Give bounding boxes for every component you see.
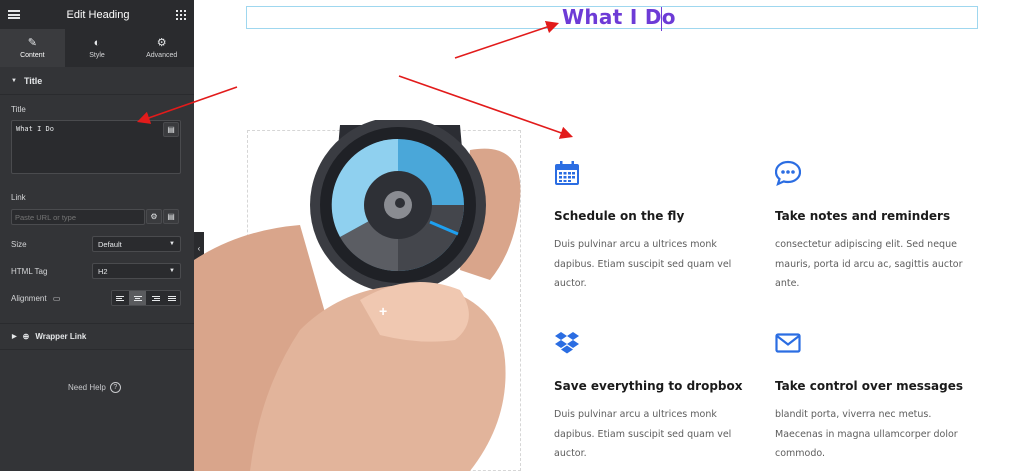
pencil-icon: ✎ (27, 36, 37, 49)
align-center-button[interactable] (129, 291, 146, 305)
feature-1-title: Schedule on the fly (554, 209, 685, 223)
tab-content[interactable]: ✎ Content (0, 29, 65, 67)
alignment-label: Alignment ▭ (11, 294, 60, 303)
link-input[interactable] (11, 209, 145, 225)
hamburger-menu-icon[interactable] (8, 10, 20, 19)
align-justify-button[interactable] (163, 291, 180, 305)
tab-advanced-label: Advanced (146, 51, 178, 59)
desktop-icon[interactable]: ▭ (53, 294, 61, 303)
alignment-choices (111, 290, 181, 306)
text-cursor (661, 7, 662, 31)
page-heading[interactable]: What I Do (562, 5, 676, 29)
editor-window: Edit Heading ✎ Content ◐ Style ⚙ Advance… (0, 0, 1024, 471)
envelope-icon (775, 333, 801, 353)
widgets-grid-icon[interactable] (176, 9, 186, 20)
size-label: Size (11, 240, 27, 249)
tab-style[interactable]: ◐ Style (65, 29, 130, 67)
tab-style-label: Style (89, 51, 105, 59)
feature-4-description: blandit porta, viverra nec metus. Maecen… (775, 409, 958, 459)
alignment-label-text: Alignment (11, 294, 47, 303)
hand-holding-watch-image (194, 120, 521, 471)
link-field-label: Link (11, 193, 26, 202)
link-options-gear-icon[interactable]: ⚙ (146, 209, 162, 224)
caret-down-icon: ▼ (11, 77, 17, 84)
feature-3-description: Duis pulvinar arcu a ultrices monk dapib… (554, 409, 732, 459)
section-title-label: Title (23, 75, 43, 86)
panel-title: Edit Heading (66, 8, 130, 21)
editor-panel: Edit Heading ✎ Content ◐ Style ⚙ Advance… (0, 0, 194, 471)
align-right-button[interactable] (146, 291, 163, 305)
feature-4-title: Take control over messages (775, 379, 963, 393)
align-left-button[interactable] (112, 291, 129, 305)
feature-3-title: Save everything to dropbox (554, 379, 743, 393)
half-circle-icon: ◐ (93, 36, 101, 49)
arrow-to-heading (454, 20, 560, 59)
title-field-label: Title (11, 105, 26, 114)
calendar-icon (555, 161, 579, 185)
title-textarea[interactable]: What I Do (11, 120, 181, 174)
question-icon: ? (109, 382, 121, 393)
panel-tabs: ✎ Content ◐ Style ⚙ Advanced (0, 29, 194, 67)
wrapper-link-icon: ⊕ (22, 332, 30, 341)
feature-1-description: Duis pulvinar arcu a ultrices monk dapib… (554, 239, 732, 289)
title-section-toggle[interactable]: ▼ Title (0, 67, 194, 95)
html-tag-select[interactable]: H2 ▼ (92, 263, 181, 279)
chevron-down-icon: ▼ (169, 241, 175, 247)
dropbox-icon (555, 332, 579, 354)
add-element-plus-icon[interactable]: + (379, 303, 387, 319)
html-tag-label: HTML Tag (11, 267, 48, 276)
feature-2-title: Take notes and reminders (775, 209, 951, 223)
feature-2-description: consectetur adipiscing elit. Sed neque m… (775, 239, 963, 289)
wrapper-link-label: Wrapper Link (35, 332, 87, 341)
link-dynamic-tags-icon[interactable]: ▤ (163, 209, 179, 224)
chevron-down-icon: ▼ (169, 268, 175, 274)
tab-content-label: Content (20, 51, 45, 59)
wrapper-link-section-toggle[interactable]: ▶ ⊕ Wrapper Link (0, 323, 194, 350)
tab-advanced[interactable]: ⚙ Advanced (129, 29, 194, 67)
panel-header: Edit Heading (0, 0, 194, 29)
need-help-label: Need Help (68, 383, 106, 392)
size-select-value: Default (98, 239, 122, 249)
need-help-link[interactable]: Need Help ? (68, 382, 121, 393)
html-tag-select-value: H2 (98, 266, 108, 276)
gear-icon: ⚙ (156, 36, 167, 49)
dynamic-tags-icon[interactable]: ▤ (163, 122, 179, 137)
size-select[interactable]: Default ▼ (92, 236, 181, 252)
caret-right-icon: ▶ (12, 334, 17, 340)
chat-bubble-icon (775, 160, 801, 186)
